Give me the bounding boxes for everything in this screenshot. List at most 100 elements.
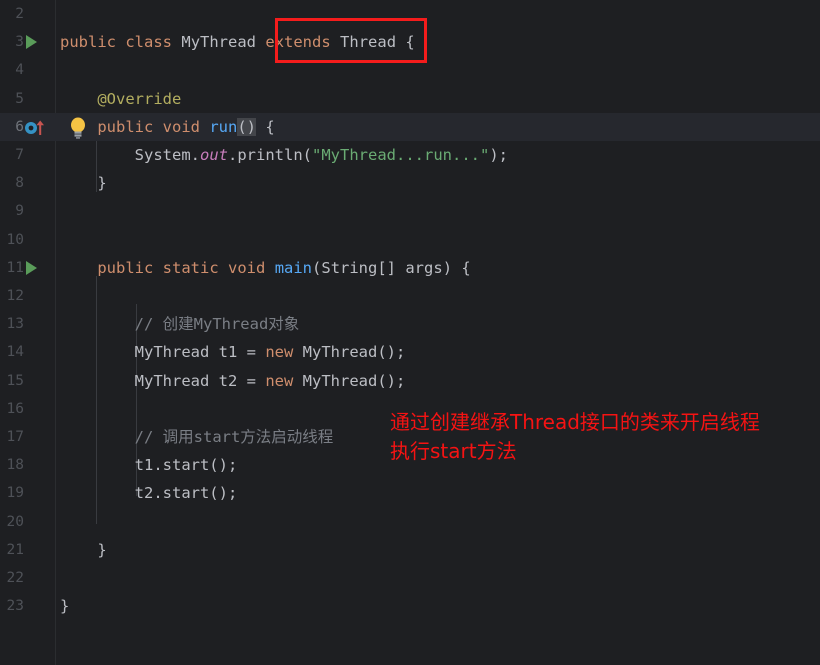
code-token: void — [162, 117, 200, 136]
code-token: run — [209, 117, 238, 136]
code-line[interactable]: 14 MyThread t1 = new MyThread(); — [0, 338, 820, 366]
line-number: 11 — [6, 259, 24, 276]
code-line[interactable]: 19 t2.start(); — [0, 479, 820, 507]
code-token: (); — [377, 343, 406, 362]
code-token: static — [162, 258, 219, 277]
code-line[interactable]: 13 // 创建MyThread对象 — [0, 310, 820, 338]
code-token: . — [190, 146, 200, 164]
code-token: t2.start(); — [134, 484, 238, 503]
code-line[interactable]: 11 public static void main(String[] args… — [0, 254, 820, 282]
line-number: 20 — [6, 513, 24, 530]
code-line[interactable]: 21 } — [0, 536, 820, 564]
code-token: out — [200, 146, 228, 164]
code-token: @Override — [97, 89, 182, 108]
code-token: new — [265, 343, 294, 362]
code-token: } — [60, 174, 107, 193]
code-line[interactable]: 10 — [0, 226, 820, 254]
code-line[interactable]: 12 — [0, 282, 820, 310]
code-token: public — [97, 258, 154, 277]
code-token: // 调用start方法启动线程 — [134, 428, 334, 446]
code-token: System — [134, 146, 191, 164]
line-number: 16 — [6, 400, 24, 417]
line-number: 9 — [15, 203, 24, 220]
code-line[interactable]: 20 — [0, 508, 820, 536]
red-annotation-text: 通过创建继承Thread接口的类来开启线程 执行start方法 — [390, 410, 760, 463]
code-token: t2 = — [209, 371, 266, 390]
code-text: MyThread t1 = new MyThread(); — [60, 338, 406, 366]
code-token: ) { — [442, 258, 471, 277]
line-number: 5 — [15, 90, 24, 107]
line-number: 23 — [6, 598, 24, 615]
code-token: String[] args — [321, 258, 443, 277]
code-token: ( — [302, 146, 313, 164]
code-token: public — [60, 33, 116, 52]
code-text: public static void main(String[] args) { — [60, 254, 471, 282]
line-number: 10 — [6, 231, 24, 248]
code-token: "MyThread...run..." — [312, 146, 490, 164]
line-number: 12 — [6, 288, 24, 304]
code-token: // 创建MyThread对象 — [134, 315, 300, 334]
code-token: t1.start(); — [134, 456, 238, 475]
code-line[interactable]: 7 System.out.println("MyThread...run..."… — [0, 141, 820, 169]
code-text: MyThread t2 = new MyThread(); — [60, 367, 406, 395]
code-token: main — [274, 258, 313, 277]
code-line[interactable]: 8 } — [0, 169, 820, 197]
run-icon[interactable] — [26, 260, 37, 275]
line-number: 2 — [15, 6, 24, 22]
code-token: ); — [489, 146, 508, 164]
code-text: public void run() { — [60, 113, 275, 141]
lightbulb-icon[interactable] — [67, 116, 89, 140]
code-token: println — [237, 146, 303, 164]
code-token: MyThread — [302, 371, 378, 390]
line-number: 22 — [6, 570, 24, 586]
code-token: (); — [377, 371, 406, 390]
code-line[interactable]: 9 — [0, 197, 820, 225]
line-number: 8 — [15, 175, 24, 192]
code-text: // 调用start方法启动线程 — [60, 423, 334, 451]
line-number: 15 — [6, 372, 24, 389]
code-token: class — [125, 33, 173, 52]
red-highlight-box — [275, 18, 427, 63]
code-token: . — [228, 146, 238, 164]
run-icon[interactable] — [26, 35, 37, 50]
line-number: 4 — [15, 62, 24, 79]
code-line[interactable]: 5 @Override — [0, 85, 820, 113]
code-text: @Override — [60, 85, 181, 113]
line-number: 3 — [15, 34, 24, 51]
line-number: 19 — [6, 485, 24, 502]
code-text: System.out.println("MyThread...run..."); — [60, 141, 508, 169]
code-token: new — [265, 371, 294, 390]
code-line[interactable]: 22 — [0, 564, 820, 592]
line-number: 18 — [6, 457, 24, 474]
code-token: MyThread — [134, 371, 210, 390]
overriding-method-icon[interactable] — [24, 118, 50, 136]
code-text: } — [60, 169, 107, 197]
code-token: MyThread — [302, 343, 378, 362]
code-text: // 创建MyThread对象 — [60, 310, 300, 338]
code-line[interactable]: 15 MyThread t2 = new MyThread(); — [0, 367, 820, 395]
code-token: () — [237, 117, 257, 136]
code-token: { — [265, 117, 275, 136]
code-token: void — [228, 258, 266, 277]
code-text: } — [60, 536, 106, 564]
code-line[interactable]: 6 public void run() { — [0, 112, 820, 141]
code-line[interactable]: 23} — [0, 592, 820, 620]
code-text: t1.start(); — [60, 451, 238, 479]
line-number: 13 — [6, 316, 24, 333]
